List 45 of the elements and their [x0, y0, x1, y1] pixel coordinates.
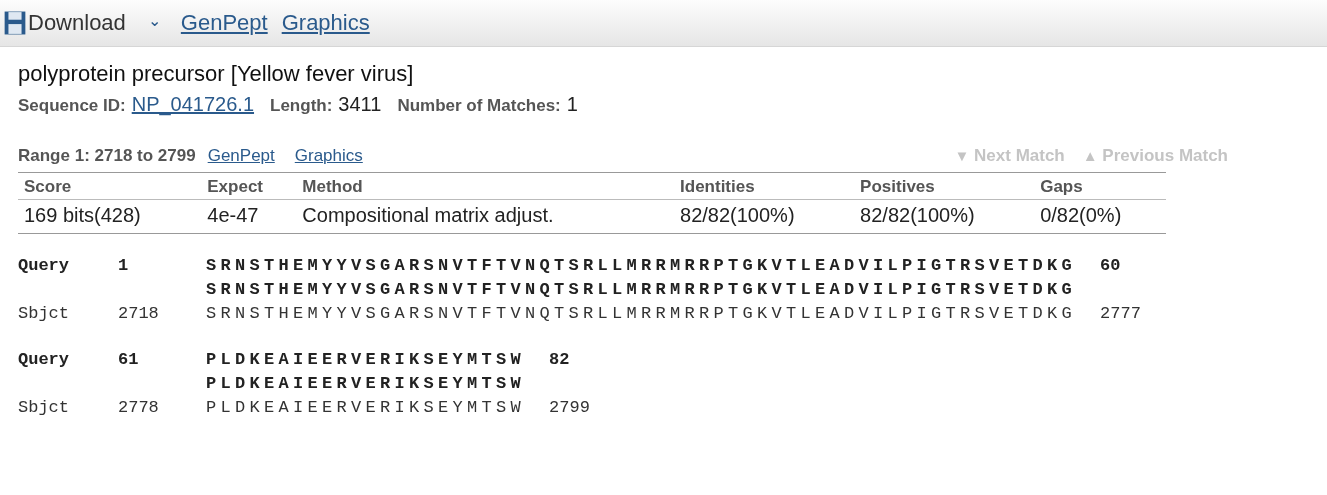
summary-value: 1	[566, 93, 578, 116]
table-cell: 0/82(0%)	[1034, 199, 1166, 234]
position-number: 2777	[1100, 303, 1141, 325]
column-header: Gaps	[1034, 172, 1166, 200]
position-number: 60	[1100, 255, 1121, 277]
sequence-text: SRNSTHEMYYVSGARSNVTFTVNQTSRLLMRRMRRPTGKVTLEADVILPIGTRSVETDKG	[206, 279, 1077, 301]
summary-label: Length:	[270, 96, 333, 116]
position-number: 2718	[118, 303, 160, 325]
table-cell: 4e-47	[201, 199, 297, 234]
position-number: 2778	[118, 397, 160, 419]
position-number: 82	[549, 349, 570, 371]
summary-label: Sequence ID:	[18, 96, 126, 116]
table-cell: Compositional matrix adjust.	[296, 199, 675, 234]
column-header: Method	[296, 172, 675, 200]
dropdown-caret[interactable]: ⌄	[147, 10, 161, 30]
row-label: Sbjct	[18, 303, 70, 325]
column-header: Expect	[201, 172, 297, 200]
table-cell: 169 bits(428)	[18, 199, 202, 234]
sequence-text: SRNSTHEMYYVSGARSNVTFTVNQTSRLLMRRMRRPTGKVTLEADVILPIGTRSVETDKG	[206, 303, 1077, 325]
position-number: 1	[118, 255, 130, 277]
row-label: Query	[18, 255, 70, 277]
toolbar-link[interactable]: Graphics	[281, 10, 370, 36]
result-title: polyprotein precursor [Yellow fever virus]	[18, 61, 415, 87]
column-header: Score	[18, 172, 202, 200]
summary-value: 3411	[338, 93, 382, 116]
column-header: Identities	[674, 172, 855, 200]
position-number: 61	[118, 349, 140, 371]
sequence-text: SRNSTHEMYYVSGARSNVTFTVNQTSRLLMRRMRRPTGKVTLEADVILPIGTRSVETDKG	[206, 255, 1077, 277]
summary-label: Number of Matches:	[397, 96, 561, 116]
sequence-text: PLDKEAIEERVERIKSEYMTSW	[206, 349, 526, 371]
save-icon	[4, 11, 26, 35]
table-cell: 82/82(100%)	[674, 199, 855, 234]
sequence-text: PLDKEAIEERVERIKSEYMTSW	[206, 397, 526, 419]
sequence-text: PLDKEAIEERVERIKSEYMTSW	[206, 373, 526, 395]
row-label: Sbjct	[18, 397, 70, 419]
table-cell: 82/82(100%)	[854, 199, 1035, 234]
column-header: Positives	[854, 172, 1035, 200]
range-label: Range 1: 2718 to 2799	[18, 146, 196, 166]
range-link[interactable]: Graphics	[294, 146, 363, 166]
position-number: 2799	[549, 397, 590, 419]
download-button[interactable]: Download	[4, 10, 126, 36]
toolbar-link[interactable]: GenPept	[180, 10, 268, 36]
range-link[interactable]: GenPept	[207, 146, 275, 166]
row-label: Query	[18, 349, 70, 371]
sequence-id-link[interactable]: NP_041726.1	[131, 93, 255, 116]
